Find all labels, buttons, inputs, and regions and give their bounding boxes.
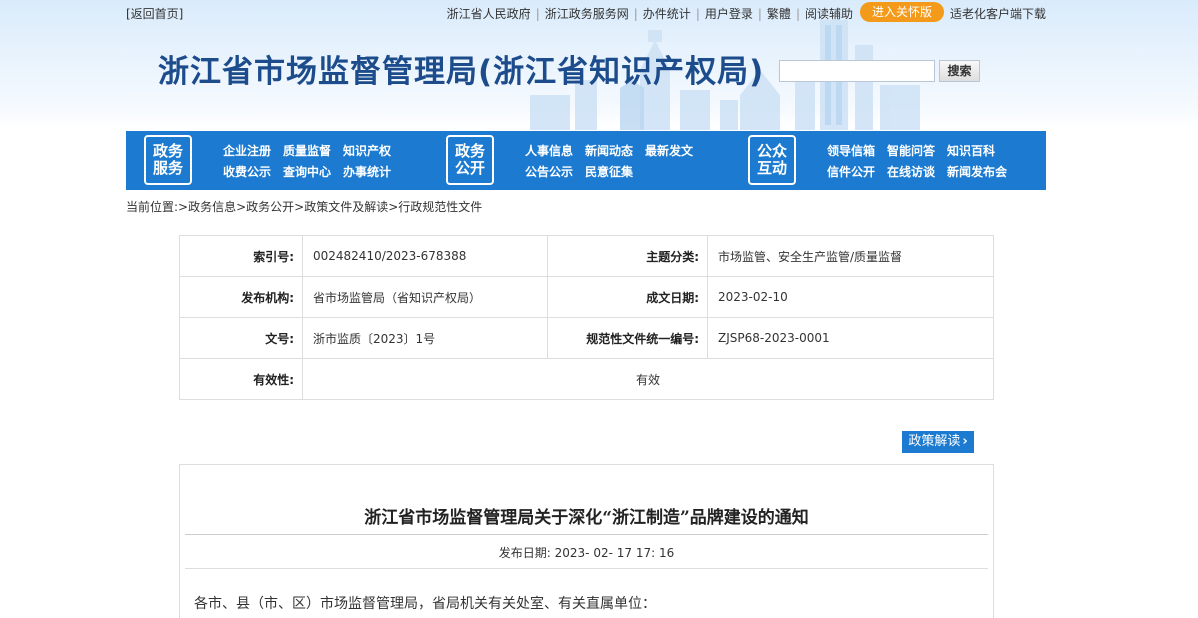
nav-item[interactable]: 新闻发布会 [947,165,1007,179]
nav-item[interactable]: 知识产权 [343,144,391,158]
docno-value: 浙市监质〔2023〕1号 [302,317,548,359]
topic-value: 市场监管、安全生产监管/质量监督 [707,235,994,277]
policy-interpretation-button[interactable]: 政策解读 › [902,431,974,453]
link-login[interactable]: 用户登录 [705,7,753,21]
date-label: 成文日期: [547,276,708,318]
nav-item[interactable]: 信件公开 [827,165,875,179]
link-stats[interactable]: 办件统计 [643,7,691,21]
nav-badge-public-interaction[interactable]: 公众 互动 [748,135,796,185]
back-home-link[interactable]: [返回首页] [126,5,183,22]
main-nav: 政务 服务 企业注册 质量监督 知识产权 收费公示 查询中心 办事统计 政务 公开 人事信息… [126,131,1046,190]
link-zj-service[interactable]: 浙江政务服务网 [545,7,629,21]
org-value: 省市场监管局（省知识产权局） [302,276,548,318]
code-value: ZJSP68-2023-0001 [707,317,994,359]
nav-item[interactable]: 人事信息 [525,144,573,158]
nav-item[interactable]: 新闻动态 [585,144,633,158]
table-row: 索引号: 002482410/2023-678388 主题分类: 市场监管、安全… [179,235,994,277]
index-value: 002482410/2023-678388 [302,235,548,277]
divider [185,568,988,569]
nav-item[interactable]: 在线访谈 [887,165,935,179]
search-button[interactable]: 搜索 [939,60,980,82]
nav-item[interactable]: 质量监督 [283,144,331,158]
nav-item[interactable]: 民意征集 [585,165,633,179]
site-title: 浙江省市场监督管理局(浙江省知识产权局) [158,54,765,90]
breadcrumb[interactable]: 当前位置:>政务信息>政务公开>政策文件及解读>行政规范性文件 [126,198,482,215]
article-title: 浙江省市场监督管理局关于深化“浙江制造”品牌建设的通知 [364,508,809,528]
interp-label: 政策解读 [908,434,961,449]
top-bar: [返回首页] 浙江省人民政府 | 浙江政务服务网 | 办件统计 | 用户登录 | 繁體 | 阅读辅助… [0,0,1198,24]
nav-item[interactable]: 最新发文 [645,144,693,158]
docno-label: 文号: [179,317,303,359]
nav-item[interactable]: 知识百科 [947,144,995,158]
document-meta-table: 索引号: 002482410/2023-678388 主题分类: 市场监管、安全… [179,235,994,400]
nav-group-public-interaction: 领导信箱 智能问答 知识百科 信件公开 在线访谈 新闻发布会 [827,141,1019,183]
article-panel: 浙江省市场监督管理局关于深化“浙江制造”品牌建设的通知 发布日期: 2023- … [179,464,994,618]
code-label: 规范性文件统一编号: [547,317,708,359]
table-row: 有效性: 有效 [179,358,994,400]
index-label: 索引号: [179,235,303,277]
article-body: 各市、县（市、区）市场监督管理局，省局机关有关处室、有关直属单位： [194,596,656,612]
nav-badge-gov-service[interactable]: 政务 服务 [144,135,192,185]
link-zj-gov[interactable]: 浙江省人民政府 [447,7,531,21]
date-value: 2023-02-10 [707,276,994,318]
nav-group-gov-open: 人事信息 新闻动态 最新发文 公告公示 民意征集 [525,141,705,183]
chevron-right-icon: › [962,434,968,449]
nav-item[interactable]: 查询中心 [283,165,331,179]
nav-group-gov-service: 企业注册 质量监督 知识产权 收费公示 查询中心 办事统计 [223,141,403,183]
article-date: 发布日期: 2023- 02- 17 17: 16 [498,546,675,560]
table-row: 发布机构: 省市场监管局（省知识产权局） 成文日期: 2023-02-10 [179,276,994,318]
nav-item[interactable]: 企业注册 [223,144,271,158]
nav-item[interactable]: 收费公示 [223,165,271,179]
link-reading-aid[interactable]: 阅读辅助 [805,7,853,21]
nav-item[interactable]: 智能问答 [887,144,935,158]
site-header: [返回首页] 浙江省人民政府 | 浙江政务服务网 | 办件统计 | 用户登录 | 繁體 | 阅读辅助… [0,0,1198,130]
validity-value: 有效 [302,358,994,400]
divider [185,534,988,535]
care-mode-button[interactable]: 进入关怀版 [860,2,944,22]
top-links: 浙江省人民政府 | 浙江政务服务网 | 办件统计 | 用户登录 | 繁體 | 阅读辅助 [446,7,853,21]
elderly-client-link[interactable]: 适老化客户端下载 [950,5,1046,22]
nav-item[interactable]: 办事统计 [343,165,391,179]
nav-item[interactable]: 领导信箱 [827,144,875,158]
link-traditional[interactable]: 繁體 [767,7,791,21]
validity-label: 有效性: [179,358,303,400]
org-label: 发布机构: [179,276,303,318]
topic-label: 主题分类: [547,235,708,277]
search-input[interactable] [779,60,935,82]
nav-badge-gov-open[interactable]: 政务 公开 [446,135,494,185]
nav-item[interactable]: 公告公示 [525,165,573,179]
table-row: 文号: 浙市监质〔2023〕1号 规范性文件统一编号: ZJSP68-2023-… [179,317,994,359]
